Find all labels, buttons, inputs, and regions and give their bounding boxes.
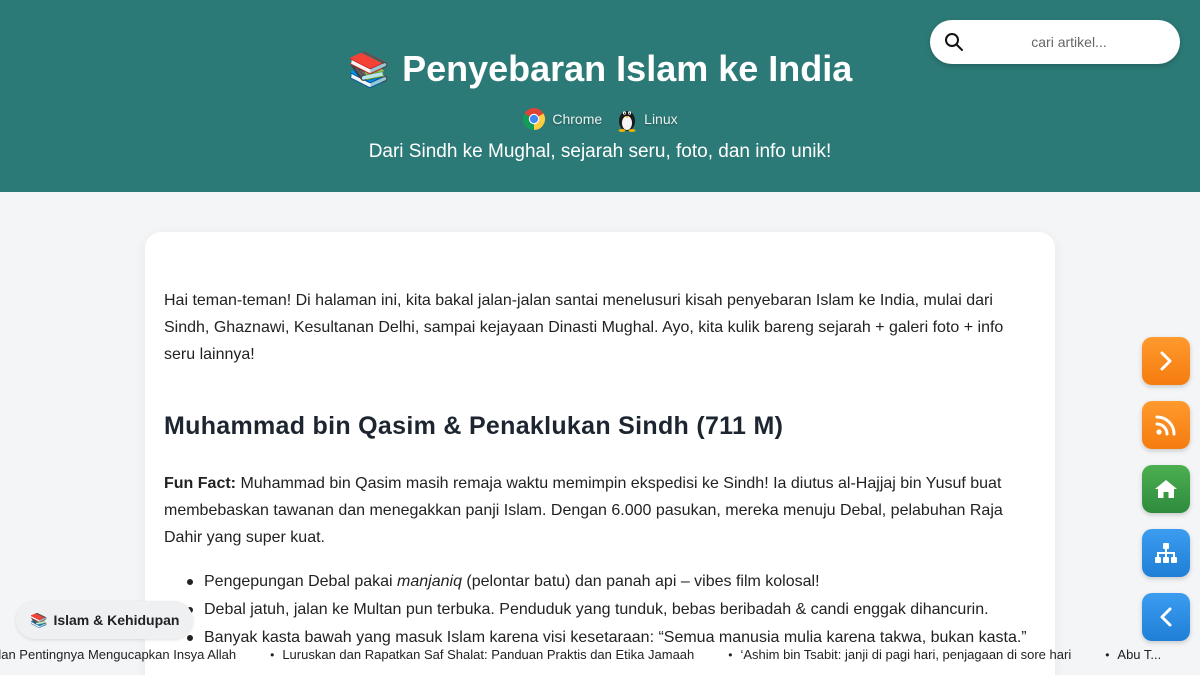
ticker-link-text: ‘Ashim bin Tsabit: janji di pagi hari, p… [740, 647, 1072, 662]
list-item-emphasis: manjaniq [397, 573, 462, 590]
list-item: Pengepungan Debal pakai manjaniq (pelont… [164, 568, 1044, 596]
linux-tux-icon [618, 111, 636, 132]
fun-fact-text: Muhammad bin Qasim masih remaja waktu me… [164, 475, 1003, 546]
list-item: Debal jatuh, jalan ke Multan pun terbuka… [164, 596, 1044, 624]
previous-button[interactable] [1142, 593, 1190, 641]
badge-chrome: Chrome [522, 106, 602, 132]
category-chip-label: Islam & Kehidupan [53, 612, 180, 628]
fun-fact-label: Fun Fact: [164, 475, 236, 492]
category-chip[interactable]: 📚 Islam & Kehidupan [16, 601, 194, 639]
search-icon[interactable] [944, 32, 964, 52]
bullet-icon: • [270, 647, 275, 662]
chevron-right-icon [1160, 351, 1172, 371]
page-title-text: Penyebaran Islam ke India [402, 48, 853, 89]
article-card: Hai teman-teman! Di halaman ini, kita ba… [145, 232, 1055, 675]
ticker-link-text: Abu T... [1117, 647, 1162, 662]
home-button[interactable] [1142, 465, 1190, 513]
chrome-icon [523, 108, 546, 130]
ticker-link[interactable]: dan Pentingnya Mengucapkan Insya Allah [0, 647, 236, 662]
fact-list: Pengepungan Debal pakai manjaniq (pelont… [164, 568, 1044, 652]
bullet-icon: • [1105, 647, 1110, 662]
section-heading: Muhammad bin Qasim & Penaklukan Sindh (7… [164, 412, 784, 440]
article-intro: Hai teman-teman! Di halaman ini, kita ba… [164, 292, 1004, 363]
page-subtitle: Dari Sindh ke Mughal, sejarah seru, foto… [368, 141, 832, 162]
badge-linux-label: Linux [644, 111, 678, 127]
chevron-left-icon [1160, 607, 1172, 627]
ticker-track: dan Pentingnya Mengucapkan Insya Allah •… [0, 647, 1161, 662]
books-emoji-icon: 📚 [347, 51, 391, 89]
ticker-link[interactable]: • Luruskan dan Rapatkan Saf Shalat: Pandu… [270, 647, 694, 662]
ticker-link[interactable]: • Abu T... [1105, 647, 1161, 662]
list-item-text: Debal jatuh, jalan ke Multan pun terbuka… [204, 601, 989, 618]
next-button[interactable] [1142, 337, 1190, 385]
news-ticker: dan Pentingnya Mengucapkan Insya Allah •… [0, 643, 1200, 667]
ticker-link-text: dan Pentingnya Mengucapkan Insya Allah [0, 647, 237, 662]
sitemap-icon [1155, 543, 1177, 563]
search-box[interactable] [930, 20, 1180, 64]
bullet-icon: • [728, 647, 733, 662]
list-item-text: (pelontar batu) dan panah api – vibes fi… [461, 573, 820, 590]
ticker-link[interactable]: • ‘Ashim bin Tsabit: janji di pagi hari, … [728, 647, 1071, 662]
badge-linux: Linux [616, 106, 678, 132]
sitemap-button[interactable] [1142, 529, 1190, 577]
rss-button[interactable] [1142, 401, 1190, 449]
rss-icon [1155, 415, 1176, 436]
home-icon [1155, 480, 1177, 498]
list-item-text: Pengepungan Debal pakai [204, 573, 398, 590]
ticker-link-text: Luruskan dan Rapatkan Saf Shalat: Pandua… [282, 647, 695, 662]
platform-badges: Chrome Linux [0, 106, 1200, 132]
search-input[interactable] [974, 30, 1164, 54]
badge-chrome-label: Chrome [552, 111, 603, 127]
fun-fact-paragraph: Fun Fact: Muhammad bin Qasim masih remaj… [164, 470, 1024, 551]
books-emoji-icon: 📚 [30, 611, 48, 628]
